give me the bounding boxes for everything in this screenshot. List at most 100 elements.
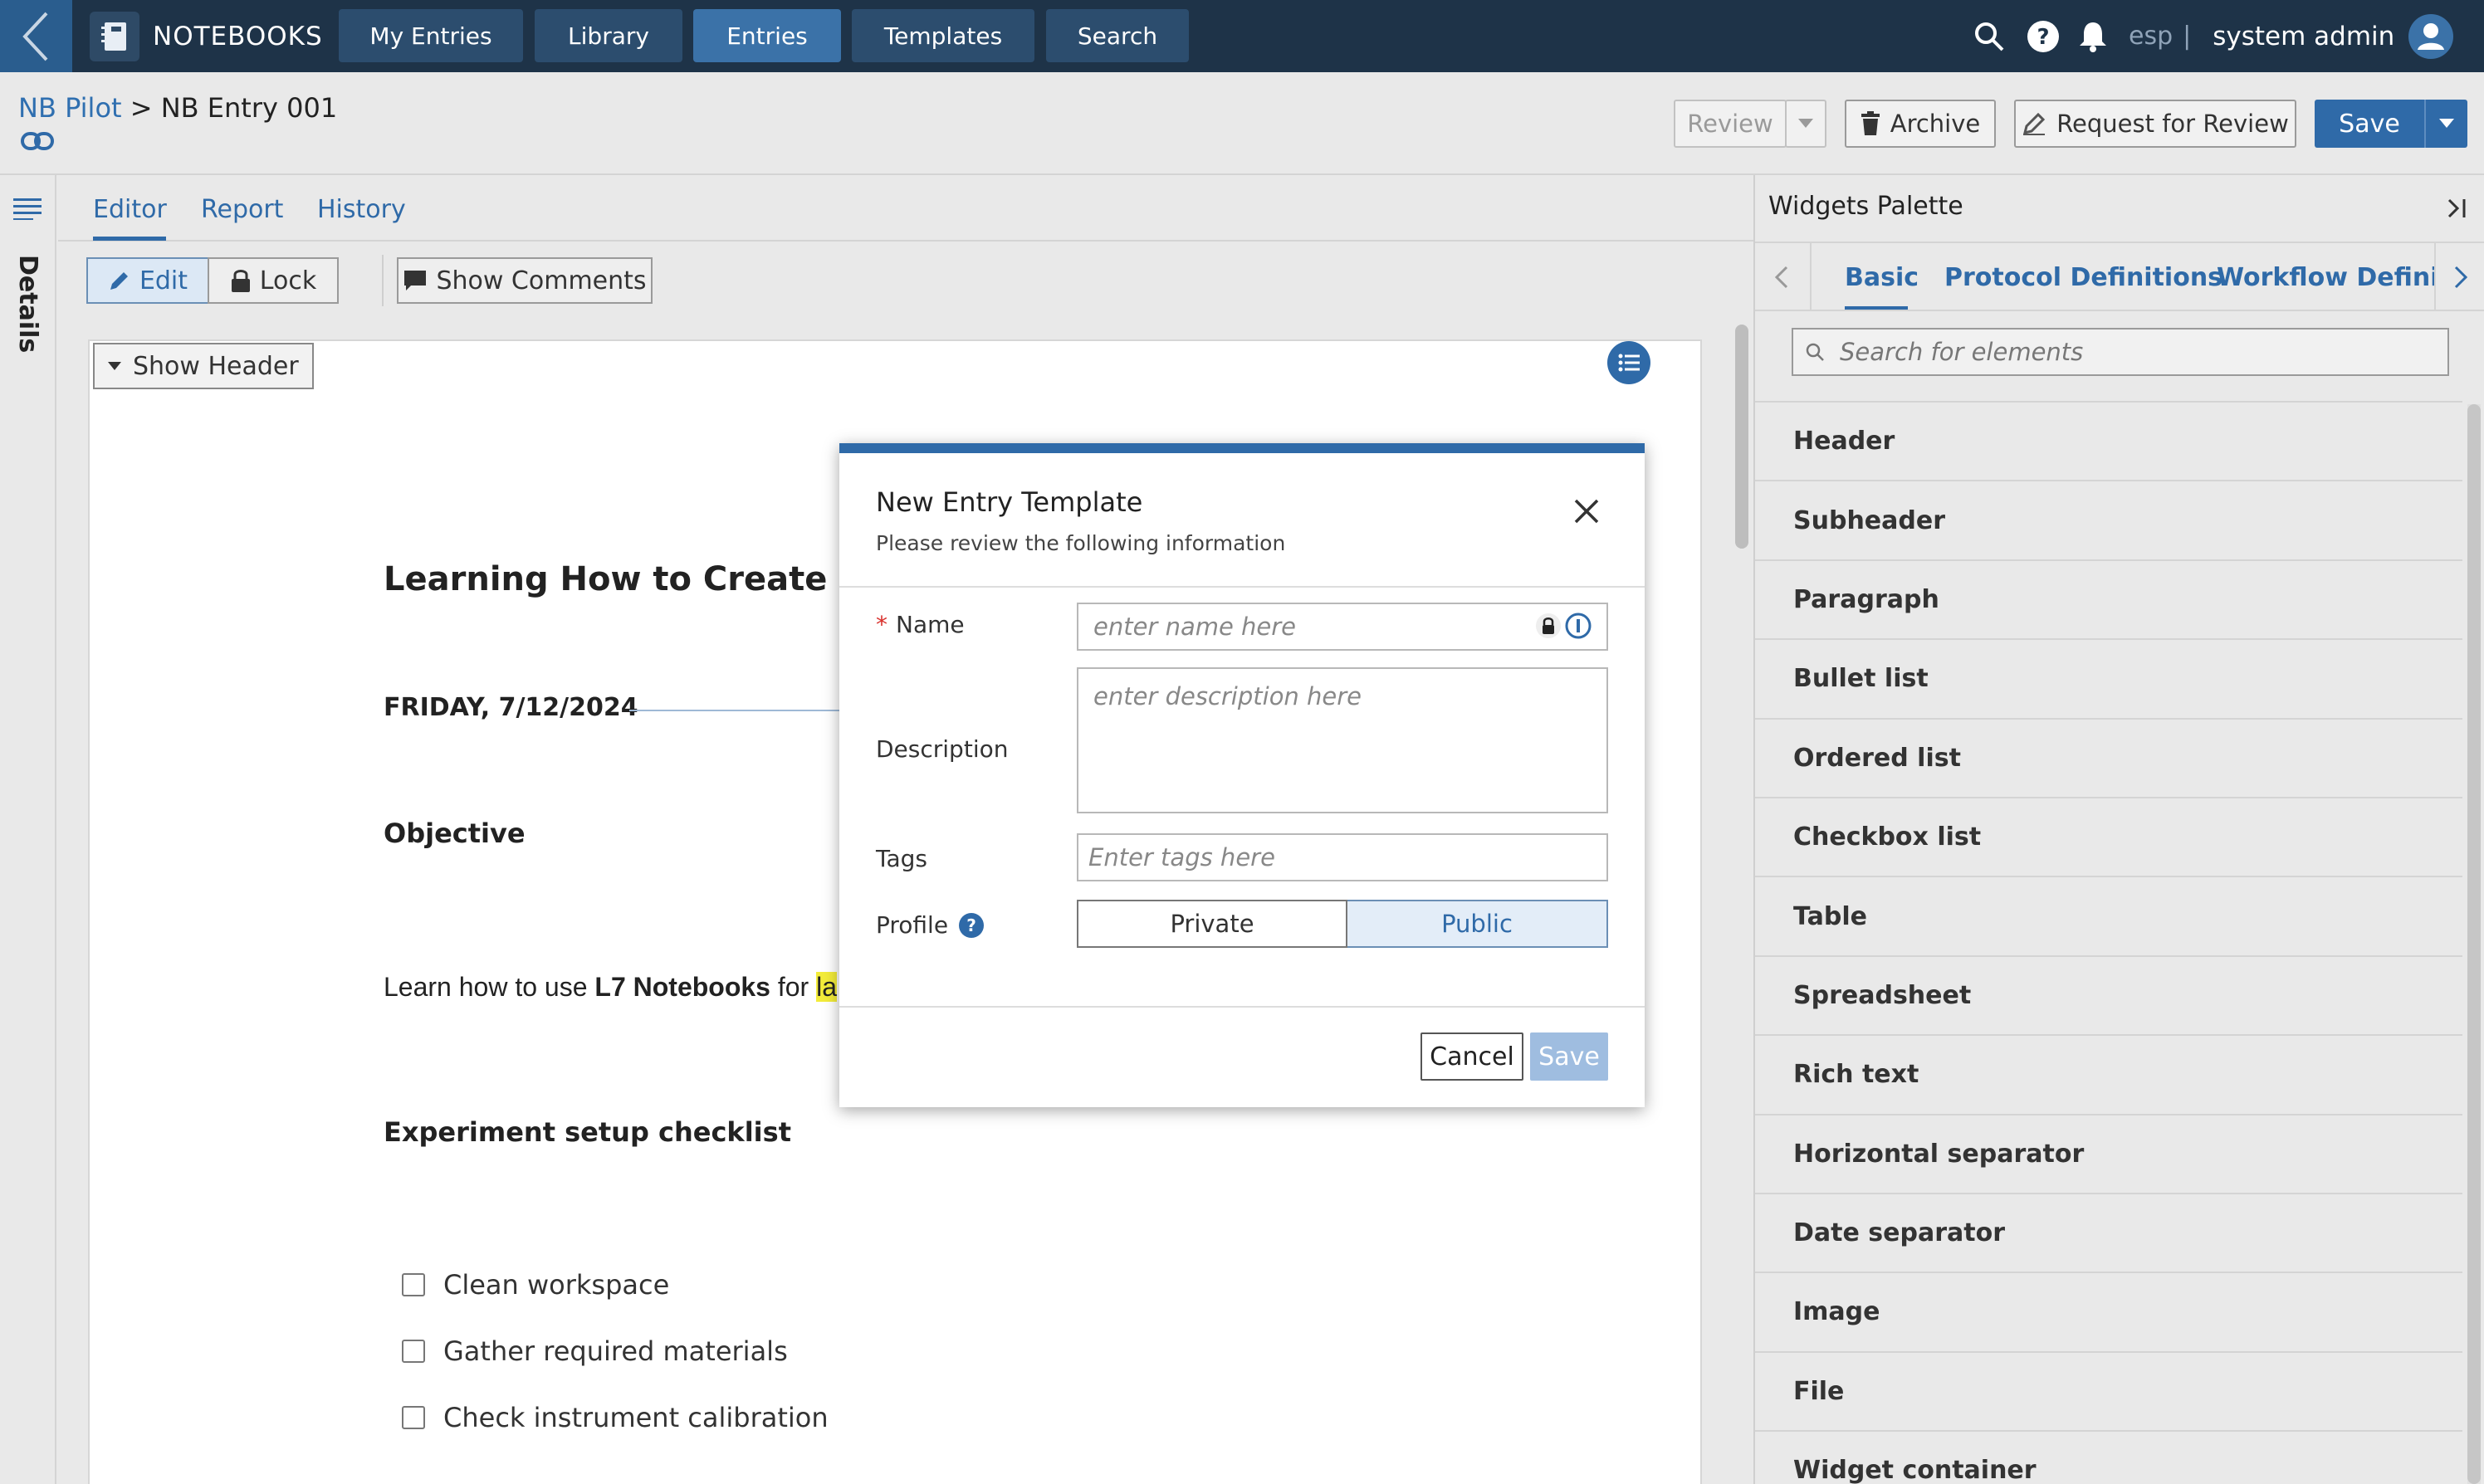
palette-tabs: Basic Protocol Definitions Workflow Defi… bbox=[1755, 242, 2484, 311]
widget-spreadsheet[interactable]: Spreadsheet bbox=[1755, 954, 2462, 1034]
caret-down-icon bbox=[2439, 119, 2454, 128]
breadcrumb-parent-link[interactable]: NB Pilot bbox=[18, 92, 122, 124]
bell-icon[interactable] bbox=[2077, 20, 2109, 53]
widget-file[interactable]: File bbox=[1755, 1350, 2462, 1430]
language-selector[interactable]: esp bbox=[2129, 22, 2173, 51]
details-toggle[interactable]: Details bbox=[13, 255, 42, 353]
checklist-item[interactable]: Gather required materials bbox=[402, 1335, 788, 1367]
archive-button[interactable]: Archive bbox=[1845, 100, 1996, 148]
widget-table[interactable]: Table bbox=[1755, 876, 2462, 954]
outline-button[interactable] bbox=[1607, 341, 1650, 384]
document-scroll-thumb[interactable] bbox=[1735, 325, 1748, 549]
para-text: for bbox=[770, 972, 817, 1002]
widget-bullet-list[interactable]: Bullet list bbox=[1755, 638, 2462, 717]
widget-paragraph[interactable]: Paragraph bbox=[1755, 559, 2462, 638]
trash-icon bbox=[1861, 111, 1880, 135]
user-avatar-icon[interactable] bbox=[2408, 13, 2454, 60]
palette-tabs-scroll-right[interactable] bbox=[2434, 243, 2484, 310]
nav-library[interactable]: Library bbox=[535, 9, 682, 62]
show-header-button[interactable]: Show Header bbox=[93, 343, 314, 389]
document-scrollbar[interactable] bbox=[1735, 325, 1748, 1484]
tags-label: Tags bbox=[876, 845, 927, 872]
back-button[interactable] bbox=[0, 0, 72, 72]
lock-icon bbox=[231, 270, 250, 292]
help-icon[interactable]: ? bbox=[2026, 19, 2061, 54]
nav-entries[interactable]: Entries bbox=[693, 9, 841, 62]
dialog-footer-divider bbox=[839, 1006, 1645, 1008]
top-nav-bar: NOTEBOOKS My Entries Library Entries Tem… bbox=[0, 0, 2484, 72]
chevron-left-icon[interactable] bbox=[1773, 265, 1790, 290]
palette-tab-basic[interactable]: Basic bbox=[1845, 263, 1919, 292]
checkbox[interactable] bbox=[402, 1340, 425, 1363]
tab-report[interactable]: Report bbox=[201, 195, 283, 224]
doc-date-separator[interactable]: FRIDAY, 7/12/2024 bbox=[384, 693, 638, 722]
review-dropdown-button[interactable] bbox=[1785, 100, 1826, 148]
app-brand[interactable]: NOTEBOOKS bbox=[90, 0, 323, 72]
widget-checkbox-list[interactable]: Checkbox list bbox=[1755, 796, 2462, 876]
chevron-right-icon bbox=[2454, 266, 2468, 289]
top-actions: ? esp | system admin bbox=[1973, 0, 2454, 72]
profile-public-option[interactable]: Public bbox=[1347, 900, 1608, 948]
lock-button[interactable]: Lock bbox=[208, 257, 339, 304]
edit-mode-button[interactable]: Edit bbox=[86, 257, 209, 304]
save-button[interactable]: Save bbox=[2315, 110, 2424, 139]
show-header-label: Show Header bbox=[133, 351, 299, 381]
tags-input[interactable] bbox=[1077, 833, 1608, 881]
user-name[interactable]: system admin bbox=[2213, 22, 2394, 51]
review-button[interactable]: Review bbox=[1674, 100, 1787, 148]
name-input[interactable] bbox=[1077, 603, 1608, 651]
checkbox[interactable] bbox=[402, 1273, 425, 1296]
objective-paragraph[interactable]: Learn how to use L7 Notebooks for la bbox=[384, 972, 837, 1003]
save-dropdown-button[interactable] bbox=[2426, 119, 2467, 129]
collapse-panel-icon[interactable] bbox=[2444, 197, 2469, 220]
show-comments-button[interactable]: Show Comments bbox=[397, 257, 653, 304]
widget-horizontal-separator[interactable]: Horizontal separator bbox=[1755, 1113, 2462, 1193]
widget-subheader[interactable]: Subheader bbox=[1755, 480, 2462, 559]
search-icon[interactable] bbox=[1973, 20, 2006, 53]
dialog-save-button[interactable]: Save bbox=[1530, 1032, 1608, 1081]
save-button-group: Save bbox=[2315, 100, 2467, 148]
palette-active-tab-indicator bbox=[1845, 306, 1908, 310]
tab-history[interactable]: History bbox=[317, 195, 406, 224]
link-icon[interactable] bbox=[20, 130, 55, 152]
cancel-button[interactable]: Cancel bbox=[1420, 1032, 1523, 1081]
checkbox[interactable] bbox=[402, 1406, 425, 1429]
caret-down-icon bbox=[108, 362, 121, 370]
palette-scrollbar[interactable] bbox=[2467, 404, 2481, 1484]
widget-rich-text[interactable]: Rich text bbox=[1755, 1034, 2462, 1113]
description-input[interactable] bbox=[1077, 667, 1608, 813]
palette-scroll-thumb[interactable] bbox=[2467, 404, 2481, 1484]
profile-toggle: Private Public bbox=[1077, 900, 1608, 948]
widget-image[interactable]: Image bbox=[1755, 1272, 2462, 1350]
checklist-item-label: Clean workspace bbox=[443, 1269, 670, 1301]
nav-my-entries[interactable]: My Entries bbox=[339, 9, 523, 62]
nav-search[interactable]: Search bbox=[1046, 9, 1189, 62]
widget-ordered-list[interactable]: Ordered list bbox=[1755, 717, 2462, 797]
password-manager-badges[interactable] bbox=[1535, 613, 1592, 639]
palette-tab-protocol-definitions[interactable]: Protocol Definitions bbox=[1944, 263, 2222, 292]
list-icon bbox=[1618, 354, 1640, 372]
menu-lines-icon[interactable] bbox=[13, 197, 42, 220]
widget-container[interactable]: Widget container bbox=[1755, 1430, 2462, 1484]
help-icon[interactable]: ? bbox=[958, 912, 985, 939]
nav-templates[interactable]: Templates bbox=[852, 9, 1034, 62]
palette-search-box[interactable] bbox=[1792, 328, 2449, 376]
notebook-icon bbox=[90, 11, 139, 61]
checklist-heading[interactable]: Experiment setup checklist bbox=[384, 1116, 791, 1148]
checklist-item[interactable]: Clean workspace bbox=[402, 1269, 669, 1301]
checklist-item-label: Gather required materials bbox=[443, 1335, 788, 1367]
entry-header: NB Pilot > NB Entry 001 Review Archive R… bbox=[0, 72, 2484, 175]
close-button[interactable] bbox=[1570, 495, 1603, 528]
details-panel-collapsed: Details bbox=[0, 175, 56, 1484]
widget-date-separator[interactable]: Date separator bbox=[1755, 1192, 2462, 1272]
palette-search-input[interactable] bbox=[1840, 338, 2421, 366]
request-review-button[interactable]: Request for Review bbox=[2014, 100, 2296, 148]
tab-editor[interactable]: Editor bbox=[93, 195, 167, 224]
profile-private-option[interactable]: Private bbox=[1077, 900, 1347, 948]
info-icon bbox=[1565, 613, 1592, 639]
objective-heading[interactable]: Objective bbox=[384, 818, 526, 849]
breadcrumb-current: NB Entry 001 bbox=[160, 92, 338, 124]
checklist-item[interactable]: Check instrument calibration bbox=[402, 1402, 829, 1433]
lock-icon bbox=[1536, 613, 1561, 638]
widget-header[interactable]: Header bbox=[1755, 401, 2462, 480]
